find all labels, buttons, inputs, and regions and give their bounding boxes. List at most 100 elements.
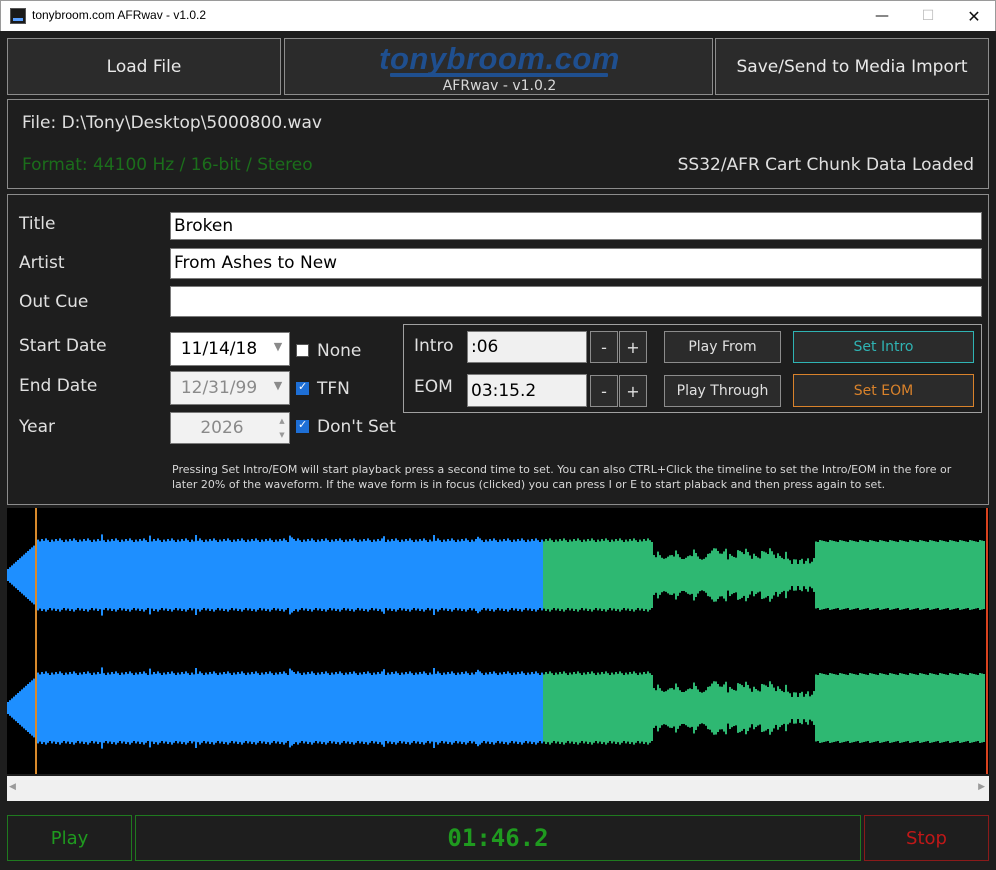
- year-spinner[interactable]: 2026 ▲ ▼: [170, 412, 290, 444]
- waveform-bar: [253, 540, 255, 610]
- waveform-bar: [249, 674, 251, 742]
- waveform-bar: [879, 540, 881, 610]
- waveform-bar: [223, 539, 225, 611]
- waveform-bar: [857, 542, 859, 608]
- waveform-bar: [111, 539, 113, 611]
- waveform-bar: [661, 557, 663, 593]
- waveform-bar: [611, 539, 613, 611]
- waveform-scrollbar[interactable]: ◀ ▶: [7, 776, 989, 801]
- waveform-bar: [843, 541, 845, 609]
- scroll-right-icon[interactable]: ▶: [978, 782, 985, 792]
- waveform-bar: [351, 673, 353, 743]
- waveform-bar: [469, 542, 471, 608]
- waveform-bar: [907, 542, 909, 608]
- maximize-button[interactable]: ☐: [905, 1, 951, 31]
- chevron-down-icon[interactable]: ▼: [271, 380, 285, 391]
- waveform-bar: [811, 561, 813, 589]
- waveform-bar: [537, 673, 539, 743]
- play-through-button[interactable]: Play Through: [664, 375, 781, 407]
- waveform-bar: [731, 688, 733, 728]
- spin-up-icon[interactable]: ▲: [275, 414, 289, 428]
- intro-minus-button[interactable]: -: [590, 331, 618, 363]
- spin-down-icon[interactable]: ▼: [275, 428, 289, 442]
- intro-marker[interactable]: [35, 508, 37, 774]
- waveform-bar: [403, 674, 405, 742]
- intro-input[interactable]: :06: [467, 331, 587, 363]
- waveform-bar: [953, 541, 955, 609]
- waveform-display[interactable]: [7, 508, 989, 774]
- close-button[interactable]: ✕: [951, 1, 996, 31]
- waveform-bar: [903, 541, 905, 609]
- waveform-bar: [225, 673, 227, 743]
- chevron-down-icon[interactable]: ▼: [271, 341, 285, 352]
- waveform-bar: [599, 674, 601, 742]
- waveform-bar: [727, 692, 729, 724]
- waveform-bar: [361, 541, 363, 609]
- waveform-bar: [623, 675, 625, 741]
- waveform-bar: [781, 690, 783, 726]
- waveform-bar: [925, 674, 927, 742]
- outcue-input[interactable]: [170, 286, 982, 317]
- waveform-bar: [413, 542, 415, 608]
- waveform-bar: [411, 673, 413, 743]
- set-intro-button[interactable]: Set Intro: [793, 331, 974, 363]
- waveform-bar: [173, 540, 175, 610]
- minimize-button[interactable]: —: [859, 1, 905, 31]
- waveform-bar: [153, 539, 155, 611]
- waveform-bar: [933, 541, 935, 609]
- waveform-bar: [85, 673, 87, 743]
- eom-plus-button[interactable]: +: [619, 375, 647, 407]
- dont-set-checkbox[interactable]: [296, 418, 309, 433]
- eom-minus-button[interactable]: -: [590, 375, 618, 407]
- waveform-bar: [909, 540, 911, 610]
- waveform-bar: [683, 559, 685, 591]
- play-from-button[interactable]: Play From: [664, 331, 781, 363]
- waveform-bar: [629, 539, 631, 611]
- waveform-bar: [963, 674, 965, 742]
- waveform-bar: [463, 540, 465, 610]
- waveform-bar: [639, 672, 641, 744]
- waveform-bar: [87, 671, 89, 745]
- start-date-picker[interactable]: 11/14/18 ▼: [170, 332, 290, 366]
- waveform-bar: [751, 558, 753, 592]
- waveform-bar: [293, 672, 295, 744]
- logo: tonybroom.com: [379, 41, 620, 76]
- waveform-bar: [201, 673, 203, 743]
- stop-button[interactable]: Stop: [864, 815, 989, 861]
- waveform-bar: [445, 674, 447, 742]
- waveform-bar: [219, 672, 221, 744]
- intro-plus-button[interactable]: +: [619, 331, 647, 363]
- waveform-bar: [937, 542, 939, 608]
- waveform-bar: [493, 671, 495, 745]
- save-send-button[interactable]: Save/Send to Media Import: [715, 38, 989, 95]
- waveform-bar: [203, 542, 205, 608]
- waveform-bar: [135, 672, 137, 744]
- eom-marker[interactable]: [986, 508, 988, 774]
- waveform-bar: [923, 674, 925, 742]
- waveform-bar: [761, 683, 763, 733]
- waveform-bar: [617, 673, 619, 743]
- waveform-bar: [917, 675, 919, 741]
- eom-input[interactable]: 03:15.2: [467, 374, 587, 407]
- set-eom-button[interactable]: Set EOM: [793, 374, 974, 407]
- load-file-button[interactable]: Load File: [7, 38, 281, 95]
- waveform-bar: [393, 673, 395, 743]
- artist-input[interactable]: From Ashes to New: [170, 248, 982, 279]
- waveform-bar: [891, 540, 893, 610]
- waveform-bar: [285, 540, 287, 610]
- waveform-bar: [863, 541, 865, 609]
- waveform-bar: [359, 539, 361, 611]
- end-date-picker[interactable]: 12/31/99 ▼: [170, 371, 290, 405]
- title-input[interactable]: Broken: [170, 212, 982, 240]
- waveform-bar: [529, 674, 531, 742]
- tfn-checkbox[interactable]: [296, 380, 309, 395]
- waveform-bar: [111, 672, 113, 744]
- waveform-bar: [799, 560, 801, 590]
- waveform-bar: [125, 539, 127, 611]
- play-button[interactable]: Play: [7, 815, 132, 861]
- waveform-bar: [545, 539, 547, 611]
- scroll-left-icon[interactable]: ◀: [9, 782, 16, 792]
- waveform-bar: [499, 672, 501, 744]
- waveform-bar: [883, 541, 885, 609]
- none-checkbox[interactable]: [296, 344, 309, 357]
